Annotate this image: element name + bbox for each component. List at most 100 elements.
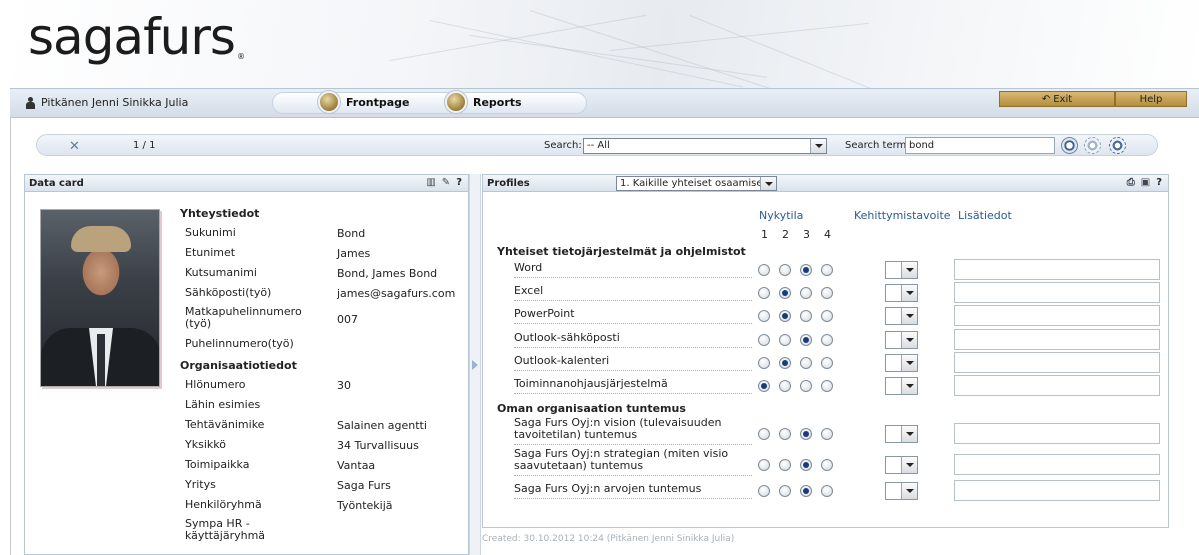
chevron-down-icon bbox=[901, 285, 917, 301]
skill-label: Outlook-sähköposti bbox=[514, 332, 752, 348]
print-icon[interactable]: ⎙ bbox=[1127, 177, 1135, 188]
level-radio-1[interactable] bbox=[758, 428, 770, 440]
help-button[interactable]: Help bbox=[1115, 91, 1187, 107]
level-radio-3[interactable] bbox=[800, 428, 812, 440]
help-icon[interactable]: ? bbox=[1156, 177, 1162, 188]
level-radio-2[interactable] bbox=[779, 334, 791, 346]
level-radio-2[interactable] bbox=[779, 380, 791, 392]
col-current-level: Nykytila bbox=[759, 209, 804, 222]
level-radio-4[interactable] bbox=[821, 459, 833, 471]
level-radio-1[interactable] bbox=[758, 334, 770, 346]
chevron-down-icon bbox=[901, 332, 917, 348]
level-number: 1 bbox=[761, 228, 768, 241]
level-radio-2[interactable] bbox=[779, 310, 791, 322]
level-radio-3[interactable] bbox=[800, 287, 812, 299]
additional-info-input[interactable] bbox=[954, 352, 1160, 373]
additional-info-input[interactable] bbox=[954, 375, 1160, 396]
skill-label: Toiminnanohjausjärjestelmä bbox=[514, 378, 752, 394]
level-radio-4[interactable] bbox=[821, 310, 833, 322]
level-radio-2[interactable] bbox=[779, 485, 791, 497]
level-radio-2[interactable] bbox=[779, 428, 791, 440]
goal-select[interactable] bbox=[885, 307, 918, 325]
goal-select[interactable] bbox=[885, 456, 918, 474]
level-radio-2[interactable] bbox=[779, 264, 791, 276]
chevron-down-icon bbox=[760, 177, 776, 190]
data-card-panel: Data card ▥ ✎ ? Yhteystiedot Sukunimi Bon… bbox=[24, 174, 469, 555]
goal-select[interactable] bbox=[885, 261, 918, 279]
level-radio-1[interactable] bbox=[758, 264, 770, 276]
navigation-bar: Pitkänen Jenni Sinikka Julia Frontpage R… bbox=[10, 88, 1199, 118]
level-radio-2[interactable] bbox=[779, 459, 791, 471]
chevron-down-icon bbox=[810, 139, 826, 153]
goal-select[interactable] bbox=[885, 377, 918, 395]
help-icon[interactable]: ? bbox=[456, 177, 462, 188]
goal-select[interactable] bbox=[885, 482, 918, 500]
level-radio-3[interactable] bbox=[800, 485, 812, 497]
level-radio-3[interactable] bbox=[800, 459, 812, 471]
group-title: Yhteiset tietojärjestelmät ja ohjelmisto… bbox=[497, 245, 746, 258]
level-radio-1[interactable] bbox=[758, 310, 770, 322]
level-radio-2[interactable] bbox=[779, 287, 791, 299]
profile-photo bbox=[40, 209, 160, 387]
goal-select[interactable] bbox=[885, 331, 918, 349]
created-info: Created: 30.10.2012 10:24 (Pitkänen Jenn… bbox=[482, 534, 735, 544]
edit-pencil-icon[interactable]: ✎ bbox=[442, 177, 450, 188]
level-radio-1[interactable] bbox=[758, 380, 770, 392]
level-radio-3[interactable] bbox=[800, 310, 812, 322]
additional-info-input[interactable] bbox=[954, 329, 1160, 350]
group-title: Oman organisaation tuntemus bbox=[497, 402, 686, 415]
settings-gear-icon[interactable] bbox=[1084, 137, 1101, 154]
nav-frontpage[interactable]: Frontpage bbox=[318, 91, 410, 113]
chevron-down-icon bbox=[901, 355, 917, 371]
search-icon[interactable] bbox=[1061, 137, 1078, 154]
level-number: 3 bbox=[803, 228, 810, 241]
exit-arrow-icon: ↶ bbox=[1041, 93, 1051, 105]
additional-info-input[interactable] bbox=[954, 259, 1160, 280]
col-development-goal: Kehittymistavoite bbox=[854, 209, 951, 222]
save-icon[interactable]: ▣ bbox=[1141, 177, 1150, 188]
level-number: 2 bbox=[782, 228, 789, 241]
level-radio-4[interactable] bbox=[821, 357, 833, 369]
additional-info-input[interactable] bbox=[954, 305, 1160, 326]
level-radio-1[interactable] bbox=[758, 357, 770, 369]
search-label: Search: bbox=[544, 140, 582, 151]
level-radio-3[interactable] bbox=[800, 380, 812, 392]
sagafurs-logo: sagafurs ® bbox=[28, 8, 245, 66]
level-radio-4[interactable] bbox=[821, 485, 833, 497]
level-radio-4[interactable] bbox=[821, 287, 833, 299]
nav-reports[interactable]: Reports bbox=[445, 91, 522, 113]
goal-select[interactable] bbox=[885, 284, 918, 302]
section-org-title: Organisaatiotiedot bbox=[180, 359, 297, 372]
level-radio-1[interactable] bbox=[758, 287, 770, 299]
level-radio-2[interactable] bbox=[779, 357, 791, 369]
additional-info-input[interactable] bbox=[954, 282, 1160, 303]
level-radio-4[interactable] bbox=[821, 334, 833, 346]
chevron-down-icon bbox=[901, 262, 917, 278]
additional-info-input[interactable] bbox=[954, 454, 1160, 475]
level-radio-1[interactable] bbox=[758, 485, 770, 497]
goal-select[interactable] bbox=[885, 354, 918, 372]
current-user: Pitkänen Jenni Sinikka Julia bbox=[26, 96, 188, 109]
chevron-down-icon bbox=[901, 378, 917, 394]
level-radio-3[interactable] bbox=[800, 264, 812, 276]
goal-select[interactable] bbox=[885, 425, 918, 443]
level-radio-4[interactable] bbox=[821, 380, 833, 392]
level-radio-4[interactable] bbox=[821, 264, 833, 276]
chevron-down-icon bbox=[901, 457, 917, 473]
clear-search-icon[interactable]: ✕ bbox=[69, 139, 80, 154]
additional-info-input[interactable] bbox=[954, 423, 1160, 444]
search-term-input[interactable]: bond bbox=[905, 137, 1055, 154]
level-radio-3[interactable] bbox=[800, 357, 812, 369]
level-radio-3[interactable] bbox=[800, 334, 812, 346]
exit-button[interactable]: ↶ Exit bbox=[999, 91, 1115, 107]
skill-label: Saga Furs Oyj:n arvojen tuntemus bbox=[514, 483, 752, 499]
chevron-down-icon bbox=[901, 483, 917, 499]
profile-select[interactable]: 1. Kaikille yhteiset osaamiset bbox=[616, 176, 777, 191]
level-radio-4[interactable] bbox=[821, 428, 833, 440]
advanced-search-icon[interactable] bbox=[1109, 137, 1126, 154]
additional-info-input[interactable] bbox=[954, 480, 1160, 501]
panel-splitter[interactable] bbox=[469, 174, 481, 555]
chart-icon[interactable]: ▥ bbox=[426, 177, 435, 188]
level-radio-1[interactable] bbox=[758, 459, 770, 471]
search-scope-select[interactable]: -- All bbox=[583, 138, 827, 154]
